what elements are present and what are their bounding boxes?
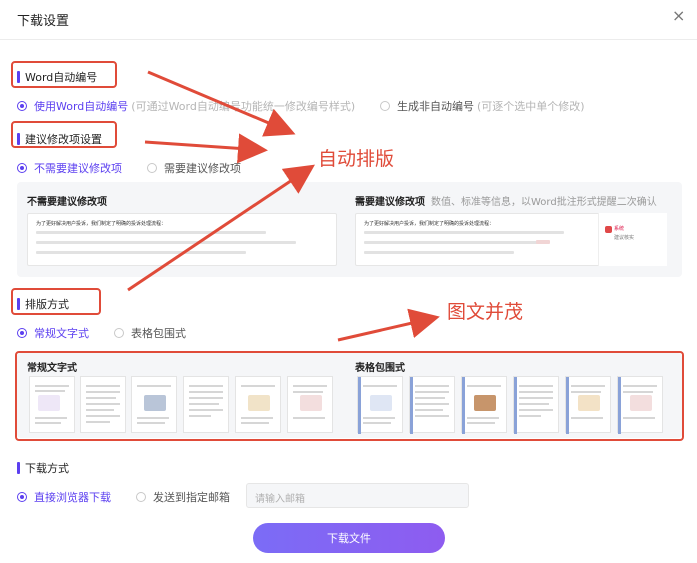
option-label: 直接浏览器下载 [34,491,111,504]
option-hint: (可通过Word自动编号功能统一修改编号样式) [131,100,356,113]
section-marker [17,462,20,474]
radio-selected-icon [17,328,27,338]
preview-title-text: 需要建议修改项 [355,197,425,208]
option-label: 不需要建议修改项 [34,162,122,175]
radio-no-suggestions[interactable]: 不需要建议修改项 [17,160,122,176]
radio-unselected-icon [380,101,390,111]
doc-line [364,231,564,234]
annotation-box-word-numbering [11,61,117,88]
word-comment: 系统 建议核实 [598,213,667,266]
comment-text: 建议核实 [614,235,635,241]
radio-plain-text-layout[interactable]: 常规文字式 [17,325,89,341]
preview-document-plain: 为了更好解决用户投诉，我们制定了明确的投诉处理流程： [27,213,337,266]
radio-non-auto-numbering[interactable]: 生成非自动编号 (可逐个选中单个修改) [380,98,585,114]
preview-title-no-suggestions: 不需要建议修改项 [27,197,107,208]
radio-browser-download[interactable]: 直接浏览器下载 [17,489,111,505]
close-icon[interactable]: × [672,8,685,24]
download-settings-dialog: 下载设置 × Word自动编号 使用Word自动编号 (可通过Word自动编号功… [0,0,697,563]
doc-line [364,251,514,254]
radio-use-word-numbering[interactable]: 使用Word自动编号 (可通过Word自动编号功能统一修改编号样式) [17,98,355,114]
radio-selected-icon [17,492,27,502]
annotation-auto-layout: 自动排版 [318,148,395,170]
option-label: 使用Word自动编号 [34,100,129,113]
annotation-box-layout [11,288,101,315]
option-label: 常规文字式 [34,327,89,340]
annotation-box-suggestions [11,121,117,148]
doc-highlight [536,240,550,244]
doc-line [364,241,544,244]
radio-selected-icon [17,101,27,111]
doc-line [36,231,266,234]
comment-avatar-icon [605,226,612,233]
dialog-header: 下载设置 × [0,0,697,40]
doc-line [36,241,296,244]
annotation-box-layout-previews [15,351,684,441]
radio-need-suggestions[interactable]: 需要建议修改项 [147,160,241,176]
option-label: 发送到指定邮箱 [153,491,230,504]
email-input[interactable]: 请输入邮箱 [246,483,469,508]
radio-unselected-icon [136,492,146,502]
radio-table-wrap-layout[interactable]: 表格包围式 [114,325,186,341]
option-label: 表格包围式 [131,327,186,340]
annotation-image-text: 图文并茂 [447,301,524,323]
download-file-button[interactable]: 下载文件 [253,523,445,553]
section-download-method: 下载方式 [17,460,69,476]
preview-title-suggestions: 需要建议修改项 数值、标准等信息，以Word批注形式提醒二次确认 [355,193,657,208]
radio-selected-icon [17,163,27,173]
radio-send-email[interactable]: 发送到指定邮箱 [136,489,230,505]
option-label: 生成非自动编号 [397,100,474,113]
preview-hint: 数值、标准等信息，以Word批注形式提醒二次确认 [431,197,657,208]
doc-heading: 为了更好解决用户投诉，我们制定了明确的投诉处理流程： [364,221,495,227]
radio-unselected-icon [147,163,157,173]
comment-author: 系统 [614,226,625,232]
doc-heading: 为了更好解决用户投诉，我们制定了明确的投诉处理流程： [36,221,167,227]
radio-unselected-icon [114,328,124,338]
section-label: 下载方式 [25,462,69,475]
doc-line [36,251,246,254]
option-hint: (可逐个选中单个修改) [477,100,585,113]
dialog-title: 下载设置 [17,14,70,29]
option-label: 需要建议修改项 [164,162,241,175]
